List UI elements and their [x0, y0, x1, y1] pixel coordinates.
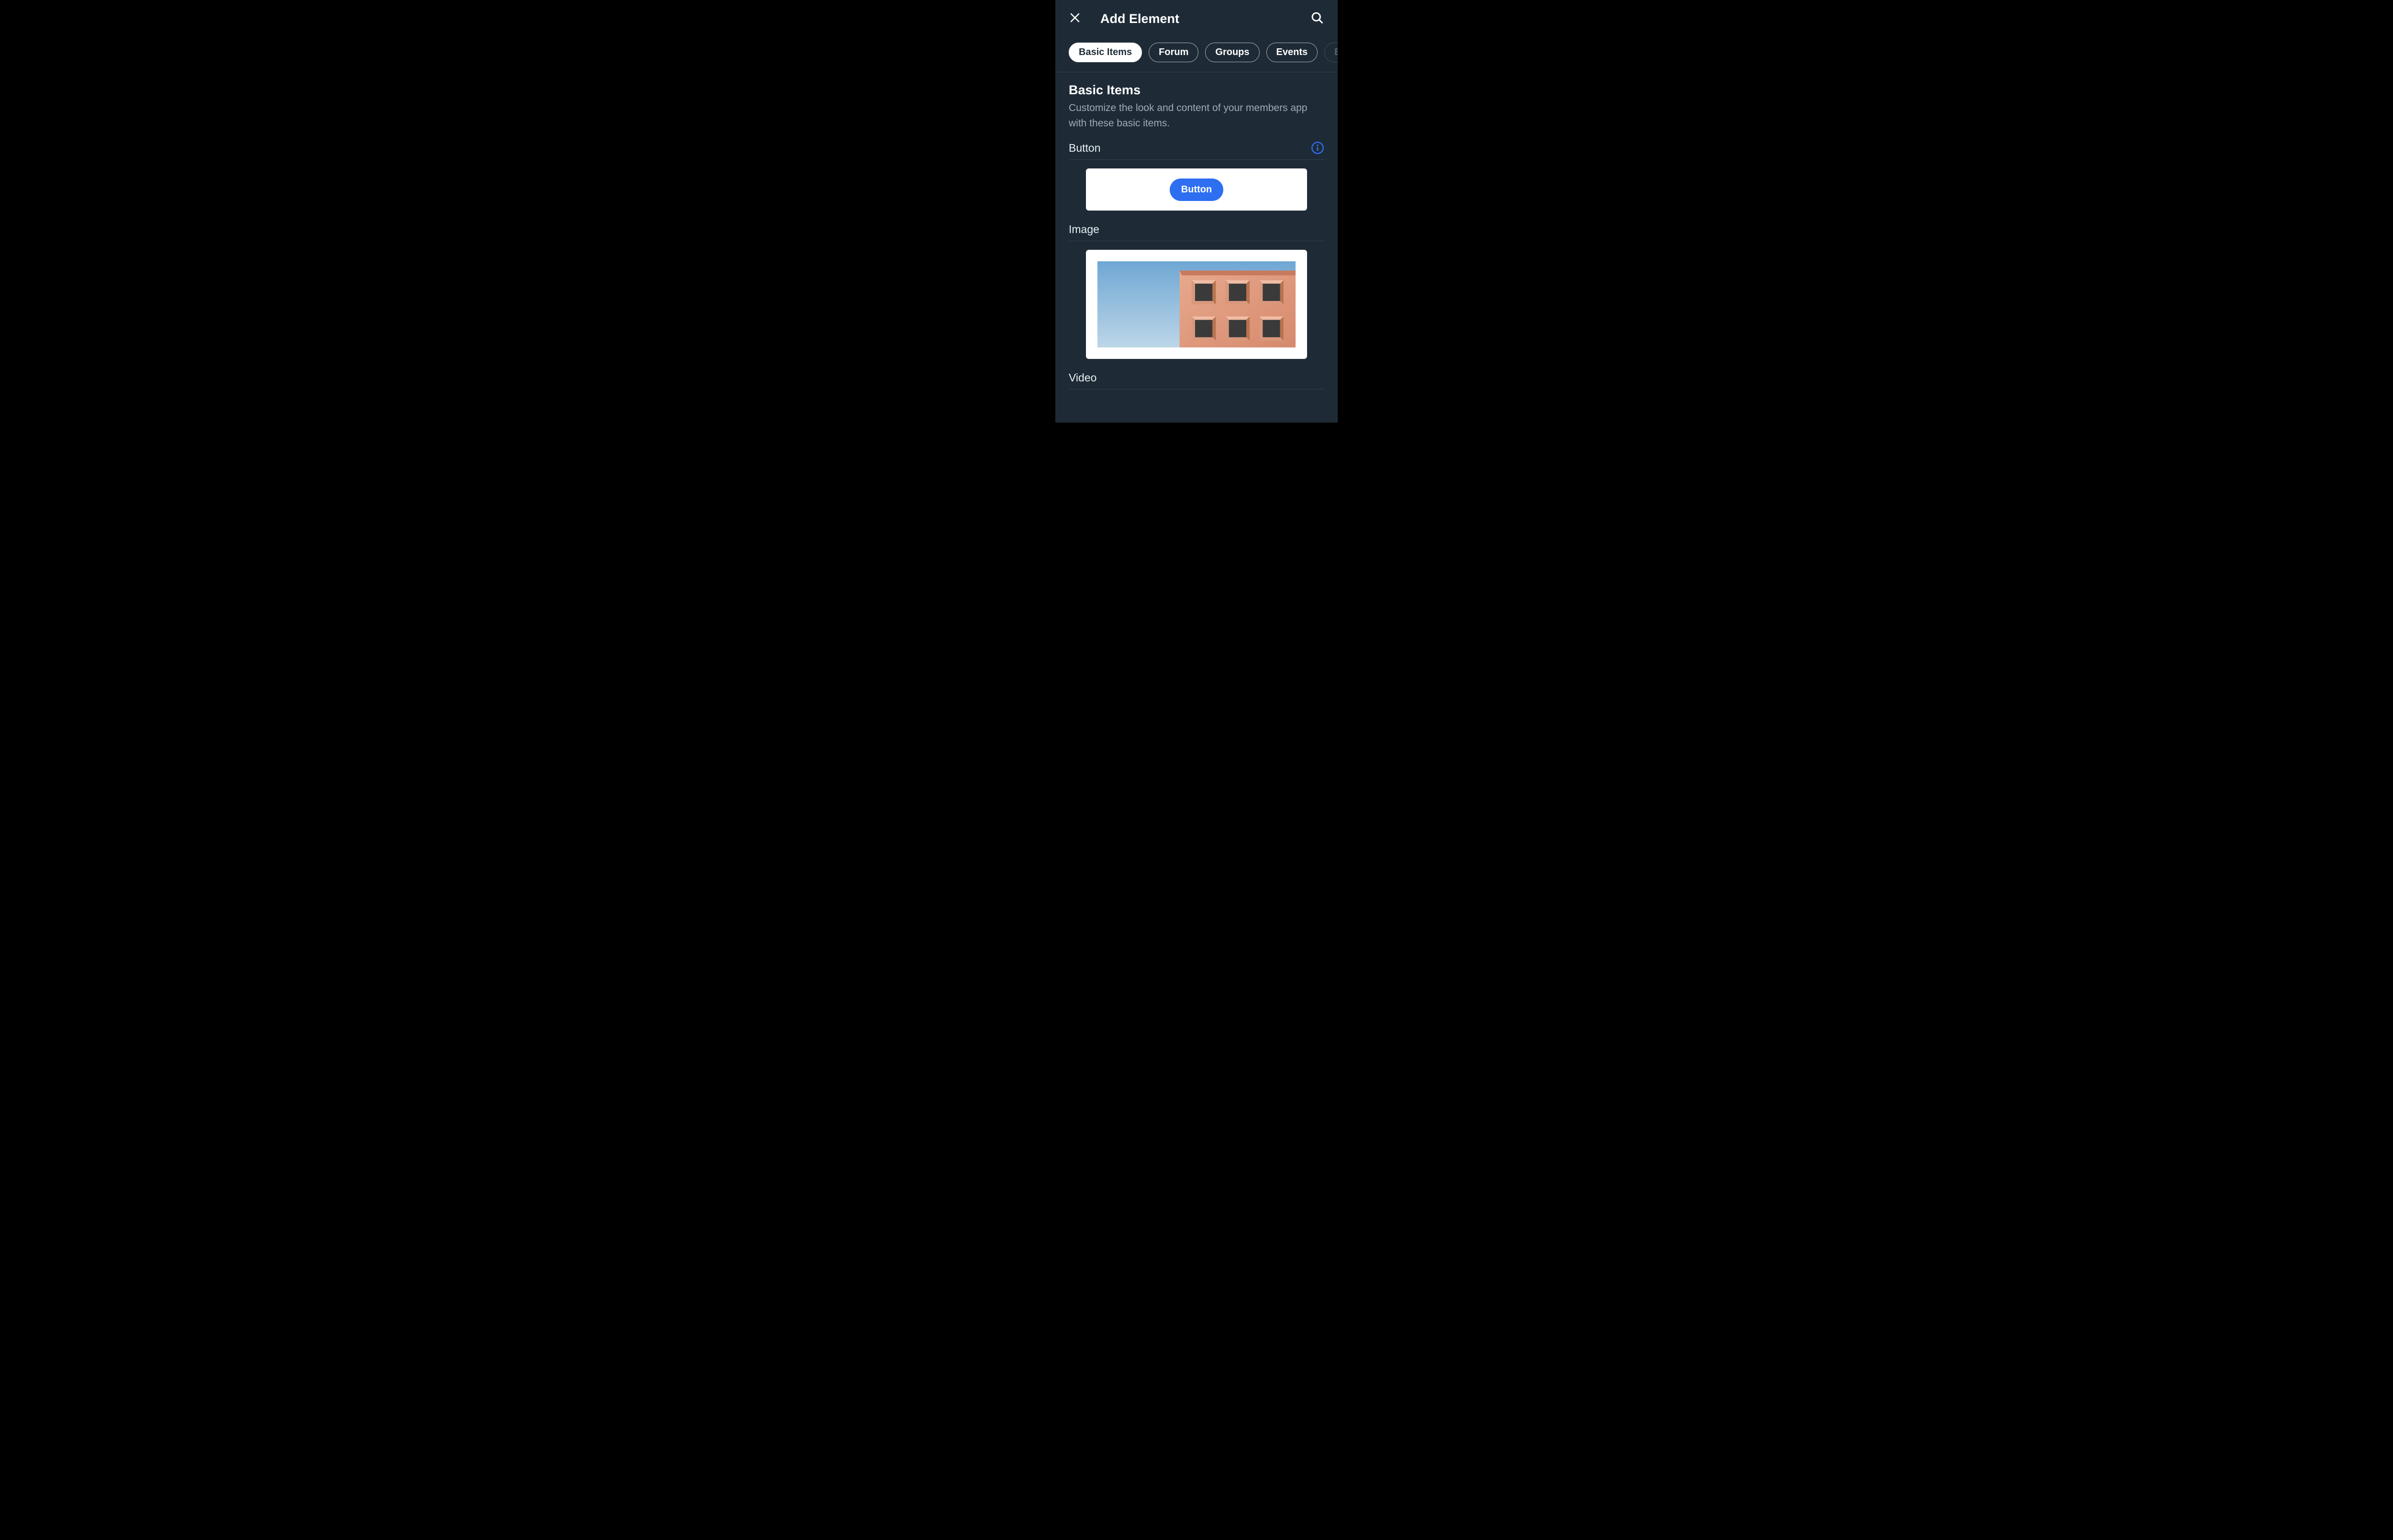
- item-header: Image: [1069, 223, 1324, 241]
- element-item-button: Button Button: [1069, 141, 1324, 211]
- item-label-button: Button: [1069, 142, 1101, 155]
- item-header: Video: [1069, 371, 1324, 390]
- panel-content: Basic Items Customize the look and conte…: [1055, 72, 1338, 390]
- info-button[interactable]: [1311, 141, 1324, 155]
- element-item-image: Image: [1069, 223, 1324, 359]
- tab-forum[interactable]: Forum: [1149, 43, 1198, 62]
- panel-title: Add Element: [1100, 11, 1291, 26]
- panel-header: Add Element: [1055, 0, 1338, 38]
- sample-building-image: [1097, 261, 1296, 347]
- section-description: Customize the look and content of your m…: [1069, 100, 1324, 131]
- section-title: Basic Items: [1069, 83, 1324, 98]
- tab-events[interactable]: Events: [1266, 43, 1318, 62]
- category-tabs: Basic Items Forum Groups Events Blog: [1055, 38, 1338, 72]
- info-icon: [1311, 148, 1324, 156]
- search-icon: [1310, 11, 1324, 27]
- tab-blog[interactable]: Blog: [1324, 43, 1338, 62]
- item-label-image: Image: [1069, 223, 1099, 236]
- add-element-panel: Add Element Basic Items Forum Groups Eve…: [1055, 0, 1338, 423]
- element-item-video: Video: [1069, 371, 1324, 390]
- close-icon: [1069, 12, 1081, 26]
- sample-button: Button: [1170, 179, 1223, 201]
- tab-basic-items[interactable]: Basic Items: [1069, 43, 1142, 62]
- item-header: Button: [1069, 141, 1324, 160]
- item-label-video: Video: [1069, 371, 1096, 384]
- tab-groups[interactable]: Groups: [1205, 43, 1259, 62]
- close-button[interactable]: [1069, 13, 1081, 25]
- image-preview-card[interactable]: [1086, 250, 1307, 359]
- search-button[interactable]: [1310, 12, 1324, 26]
- button-preview-card[interactable]: Button: [1086, 168, 1307, 211]
